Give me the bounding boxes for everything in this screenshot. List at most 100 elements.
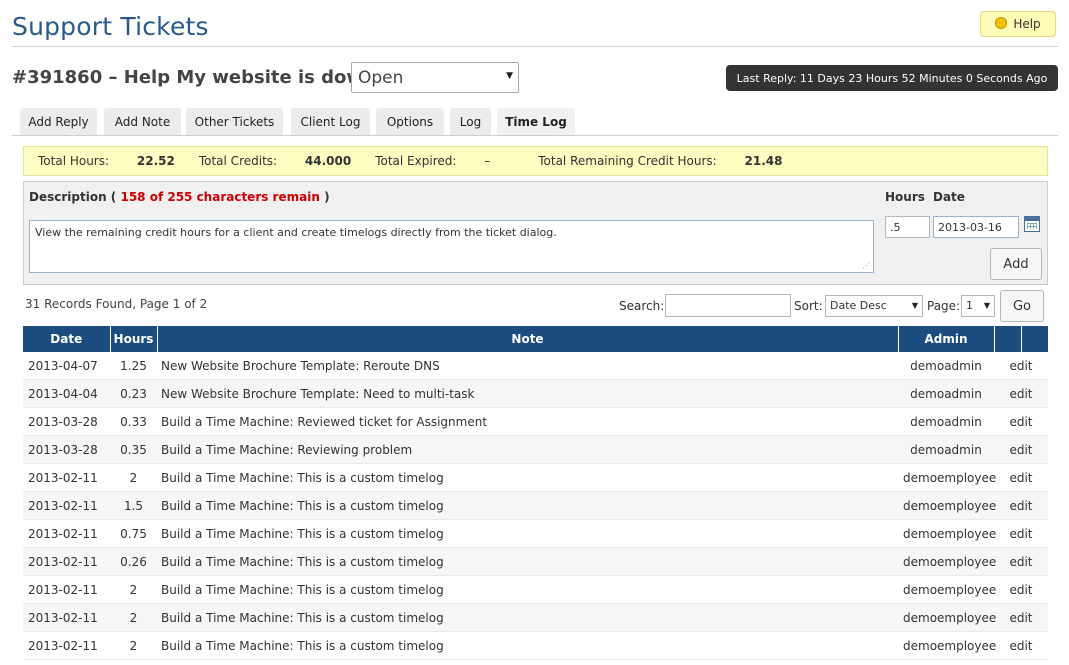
help-button[interactable]: Help: [980, 11, 1056, 37]
tab-add-note[interactable]: Add Note: [104, 108, 181, 136]
sort-label: Sort:: [794, 299, 823, 313]
total-remaining: Total Remaining Credit Hours: 21.48: [538, 154, 783, 168]
table-row: 2013-02-11 0.26 Build a Time Machine: This…: [23, 547, 1048, 576]
tab-other-tickets[interactable]: Other Tickets: [186, 108, 283, 136]
resize-grip-icon[interactable]: ⋰: [862, 261, 870, 270]
row-admin: demoemployee: [898, 631, 996, 660]
row-admin: demoadmin: [898, 407, 994, 436]
row-date: 2013-02-11: [23, 519, 110, 548]
table-header-row: Date Hours Note Admin: [23, 326, 1049, 352]
row-note: Build a Time Machine: This is a custom t…: [157, 463, 898, 492]
row-edit-link[interactable]: edit: [994, 435, 1048, 464]
description-textarea[interactable]: View the remaining credit hours for a cl…: [29, 220, 874, 273]
row-admin: demoadmin: [898, 379, 994, 408]
row-date: 2013-04-04: [23, 379, 110, 408]
table-row: 2013-02-11 2 Build a Time Machine: This is…: [23, 575, 1048, 604]
page-title: Support Tickets: [12, 12, 209, 41]
column-header-note[interactable]: Note: [157, 326, 899, 352]
tab-time-log[interactable]: Time Log: [497, 108, 575, 136]
records-count: 31 Records Found, Page 1 of 2: [25, 297, 208, 311]
row-date: 2013-02-11: [23, 631, 110, 660]
row-note: Build a Time Machine: This is a custom t…: [157, 575, 898, 604]
row-note: Build a Time Machine: This is a custom t…: [157, 519, 898, 548]
row-date: 2013-03-28: [23, 435, 110, 464]
row-hours: 0.26: [110, 547, 157, 576]
row-admin: demoadmin: [898, 352, 994, 380]
last-reply-badge: Last Reply: 11 Days 23 Hours 52 Minutes …: [726, 65, 1058, 91]
calendar-icon[interactable]: [1024, 216, 1040, 232]
row-hours: 0.75: [110, 519, 157, 548]
row-date: 2013-04-07: [23, 352, 110, 380]
row-edit-link[interactable]: edit: [994, 463, 1048, 492]
row-note: New Website Brochure Template: Reroute D…: [157, 352, 898, 380]
status-value: Open: [358, 68, 404, 88]
row-edit-link[interactable]: edit: [994, 603, 1048, 632]
row-date: 2013-02-11: [23, 491, 110, 520]
date-input[interactable]: 2013-03-16: [933, 216, 1019, 238]
chevron-down-icon: ▼: [911, 301, 918, 310]
row-edit-link[interactable]: edit: [994, 491, 1048, 520]
table-row: 2013-03-28 0.33 Build a Time Machine: Revi…: [23, 407, 1048, 436]
add-timelog-button[interactable]: Add: [990, 248, 1042, 280]
row-date: 2013-02-11: [23, 575, 110, 604]
search-input[interactable]: [665, 294, 791, 317]
page-label: Page:: [927, 299, 961, 313]
table-row: 2013-02-11 2 Build a Time Machine: This is…: [23, 603, 1048, 632]
description-label: Description ( 158 of 255 characters rema…: [29, 190, 330, 204]
row-hours: 2: [110, 575, 157, 604]
table-row: 2013-02-11 0.75 Build a Time Machine: This…: [23, 519, 1048, 548]
row-admin: demoemployee: [898, 491, 996, 520]
go-button[interactable]: Go: [1000, 290, 1044, 322]
row-hours: 2: [110, 463, 157, 492]
tabs-divider: [12, 135, 1058, 136]
column-header-edit: [994, 326, 1022, 352]
ticket-heading: #391860 – Help My website is down.: [12, 67, 383, 88]
row-date: 2013-02-11: [23, 547, 110, 576]
column-header-hours[interactable]: Hours: [110, 326, 158, 352]
row-admin: demoemployee: [898, 519, 996, 548]
date-label: Date: [933, 190, 965, 204]
row-edit-link[interactable]: edit: [994, 547, 1048, 576]
row-edit-link[interactable]: edit: [994, 631, 1048, 660]
tab-add-reply[interactable]: Add Reply: [20, 108, 97, 136]
row-edit-link[interactable]: edit: [994, 575, 1048, 604]
search-label: Search:: [619, 299, 665, 313]
row-edit-link[interactable]: edit: [994, 379, 1048, 408]
hours-input[interactable]: .5: [885, 216, 930, 238]
time-log-table: Date Hours Note Admin 2013-04-07 1.25 New …: [23, 326, 1049, 660]
row-hours: 0.23: [110, 379, 157, 408]
table-row: 2013-04-04 0.23 New Website Brochure Templ…: [23, 379, 1048, 408]
total-expired: Total Expired: –: [375, 154, 491, 168]
row-hours: 2: [110, 631, 157, 660]
table-body: 2013-04-07 1.25 New Website Brochure Templ…: [23, 352, 1048, 660]
row-admin: demoemployee: [898, 463, 996, 492]
row-admin: demoemployee: [898, 575, 996, 604]
row-hours: 0.33: [110, 407, 157, 436]
row-hours: 0.35: [110, 435, 157, 464]
column-header-extra: [1021, 326, 1049, 352]
row-edit-link[interactable]: edit: [994, 352, 1048, 380]
page-select[interactable]: 1 ▼: [961, 295, 995, 317]
row-edit-link[interactable]: edit: [994, 519, 1048, 548]
column-header-date[interactable]: Date: [23, 326, 111, 352]
sort-select[interactable]: Date Desc ▼: [825, 295, 923, 317]
row-edit-link[interactable]: edit: [994, 407, 1048, 436]
row-hours: 2: [110, 603, 157, 632]
tab-client-log[interactable]: Client Log: [291, 108, 370, 136]
row-admin: demoadmin: [898, 435, 994, 464]
tab-log[interactable]: Log: [450, 108, 491, 136]
row-hours: 1.5: [110, 491, 157, 520]
total-hours: Total Hours: 22.52: [38, 154, 175, 168]
row-note: Build a Time Machine: This is a custom t…: [157, 491, 898, 520]
ticket-status-select[interactable]: Open ▼: [351, 62, 519, 93]
column-header-admin[interactable]: Admin: [898, 326, 995, 352]
timelog-form: Description ( 158 of 255 characters rema…: [23, 181, 1048, 285]
row-note: New Website Brochure Template: Need to m…: [157, 379, 898, 408]
chevron-down-icon: ▼: [506, 71, 513, 81]
row-hours: 1.25: [110, 352, 157, 380]
tab-options[interactable]: Options: [376, 108, 444, 136]
table-row: 2013-02-11 2 Build a Time Machine: This is…: [23, 463, 1048, 492]
row-admin: demoemployee: [898, 547, 996, 576]
time-summary-bar: Total Hours: 22.52 Total Credits: 44.000…: [23, 146, 1048, 176]
table-row: 2013-04-07 1.25 New Website Brochure Templ…: [23, 352, 1048, 380]
